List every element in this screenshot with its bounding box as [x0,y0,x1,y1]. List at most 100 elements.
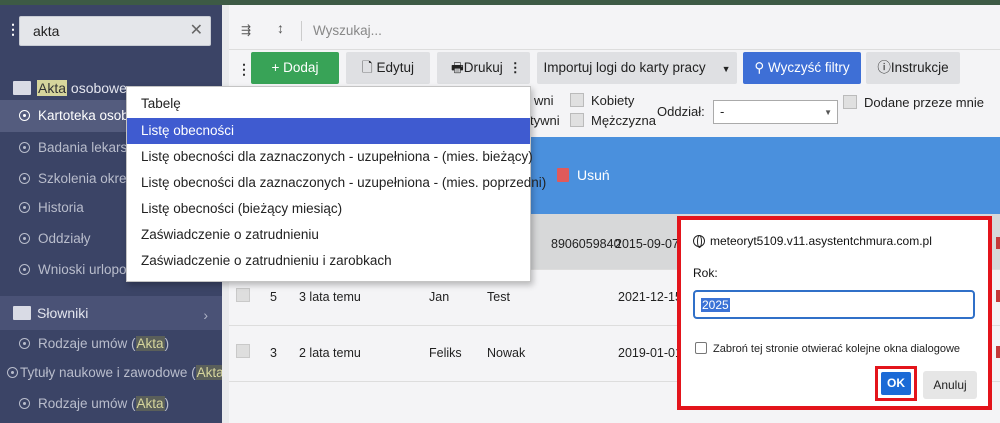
block-dialogs-label: Zabroń tej stronie otwierać kolejne okna… [713,343,961,355]
row-checkbox[interactable] [236,344,250,358]
cell-date: 2019-01-01 [618,346,682,360]
menu-item-employment-earnings-certificate[interactable]: Zaświadczenie o zatrudnieniu i zarobkach [127,248,530,274]
toolbar-menu-dots-icon[interactable]: ⋮ [237,62,251,76]
import-button-label: Importuj logi do karty pracy [543,60,706,75]
search-input[interactable]: Wyszukaj... [313,23,382,38]
search-bar: ⇶ ↕ Wyszukaj... [229,15,1000,50]
status-marker [996,237,1000,249]
men-checkbox[interactable] [570,113,584,127]
department-label: Oddział: [657,104,705,119]
ok-button[interactable]: OK [881,372,911,395]
dialog-origin-text: meteoryt5109.v11.asystentchmura.com.pl [710,234,932,248]
circle-icon [19,338,30,349]
print-more-dots-icon: ⋮ [508,60,523,75]
edit-button[interactable]: 🗋 Edytuj [346,52,430,84]
dialog-label: Rok: [693,266,718,280]
filter-men[interactable]: Mężczyzna [570,113,656,128]
sidebar-item-label: Kartoteka osob [38,108,129,123]
print-button[interactable]: 🖶Drukuj ⋮ [437,52,530,84]
dialog-origin: meteoryt5109.v11.asystentchmura.com.pl [693,234,932,248]
circle-icon [19,202,30,213]
dict-item-pre: Rodzaje umów ( [38,396,136,411]
filter-partial-label-2: tywni [530,113,560,128]
cell-date: 2021-12-15 [618,290,682,304]
sidebar-search-area: ⋮ akta ✕ [0,5,222,57]
row-checkbox[interactable] [236,288,250,302]
dict-item-pre: Tytuły naukowe i zawodowe ( [20,365,196,380]
ok-highlight: OK [875,366,917,401]
block-dialogs-checkbox[interactable] [695,342,707,354]
women-checkbox[interactable] [570,93,584,107]
sidebar-section-slowniki[interactable]: Słowniki › [0,296,222,330]
add-button-label: Dodaj [283,60,319,75]
sort-icon[interactable]: ↕ [277,20,284,36]
menu-item-attendance-selected-previous[interactable]: Listę obecności dla zaznaczonych - uzupe… [127,170,546,196]
department-value: - [720,104,725,119]
circle-icon [19,398,30,409]
trash-icon[interactable] [557,168,569,182]
cell-id-number: 8906059840 [551,237,621,251]
delete-button[interactable]: Usuń [577,167,610,183]
menu-item-table[interactable]: Tabelę [127,91,530,117]
menu-item-employment-certificate[interactable]: Zaświadczenie o zatrudnieniu [127,222,530,248]
print-dropdown-menu: Tabelę Listę obecności Listę obecności d… [126,86,546,282]
sidebar-item-label: Oddziały [38,231,91,246]
sidebar-item-label: Wnioski urlopo [38,262,127,277]
department-select[interactable]: - ▼ [713,100,838,124]
plus-icon: + [271,60,284,75]
cell-date: 2015-09-07 [615,237,679,251]
sidebar-item-tytuly[interactable]: Tytuły naukowe i zawodowe (Akta) [0,357,222,389]
import-button[interactable]: Importuj logi do karty pracy ▼ [537,52,737,84]
instructions-label: Instrukcje [890,60,949,75]
divider [301,21,302,41]
dict-item-highlight: Akta [195,365,222,380]
dict-item-highlight: Akta [135,336,165,351]
added-by-me-label: Dodane przeze mnie [864,95,984,110]
cell-created: 2 lata temu [299,346,361,360]
filter-added-by-me[interactable]: Dodane przeze mnie [843,95,984,110]
status-marker [996,290,1000,302]
added-by-me-checkbox[interactable] [843,95,857,109]
menu-item-attendance-selected-current[interactable]: Listę obecności dla zaznaczonych - uzupe… [127,144,533,170]
clear-filters-label: Wyczyść filtry [768,60,850,75]
sidebar-item-rodzaje-umow[interactable]: Rodzaje umów (Akta) [0,328,222,360]
sidebar-item-rodzaje-umow-2[interactable]: Rodzaje umów (Akta) [0,388,222,420]
clear-search-icon[interactable]: ✕ [190,20,203,40]
add-button[interactable]: + Dodaj [251,52,339,84]
section-akta-post: osobowe [67,80,127,96]
sidebar-menu-dots-icon[interactable]: ⋮ [6,22,20,36]
document-icon: 🗋 [361,60,377,75]
cancel-button[interactable]: Anuluj [923,371,977,399]
year-input[interactable]: 2025 [693,290,975,319]
circle-icon [19,264,30,275]
circle-icon [7,367,18,378]
circle-icon [19,233,30,244]
section-akta-highlight: Akta [37,80,68,96]
folder-icon [13,81,31,95]
year-input-value: 2025 [701,298,730,312]
dict-item-post: ) [164,396,170,411]
sidebar-search-input[interactable]: akta ✕ [19,16,211,46]
edit-button-label: Edytuj [376,60,415,75]
sidebar-item-label: Historia [38,200,84,215]
status-marker [996,346,1000,358]
folder-icon [13,306,31,320]
menu-item-attendance-list[interactable]: Listę obecności [127,118,530,144]
cell-first-name: Jan [429,290,450,304]
section-slowniki-label: Słowniki [37,305,89,321]
globe-icon [693,235,705,248]
dict-item-post: ) [164,336,170,351]
cell-id: 5 [270,290,277,304]
print-button-label: Drukuj [463,60,503,75]
filter-women[interactable]: Kobiety [570,93,634,108]
block-dialogs-option[interactable]: Zabroń tej stronie otwierać kolejne okna… [695,342,960,355]
sidebar-item-label: Badania lekarsk [38,140,135,155]
circle-icon [19,142,30,153]
cell-created: 3 lata temu [299,290,361,304]
cell-last-name: Test [487,290,510,304]
menu-item-attendance-current-month[interactable]: Listę obecności (bieżący miesiąc) [127,196,530,222]
instructions-button[interactable]: ⓘInstrukcje [866,52,960,84]
cell-first-name: Feliks [429,346,462,360]
clear-filters-button[interactable]: ⚲ Wyczyść filtry [743,52,861,84]
tree-toggle-icon[interactable]: ⇶ [241,23,251,37]
